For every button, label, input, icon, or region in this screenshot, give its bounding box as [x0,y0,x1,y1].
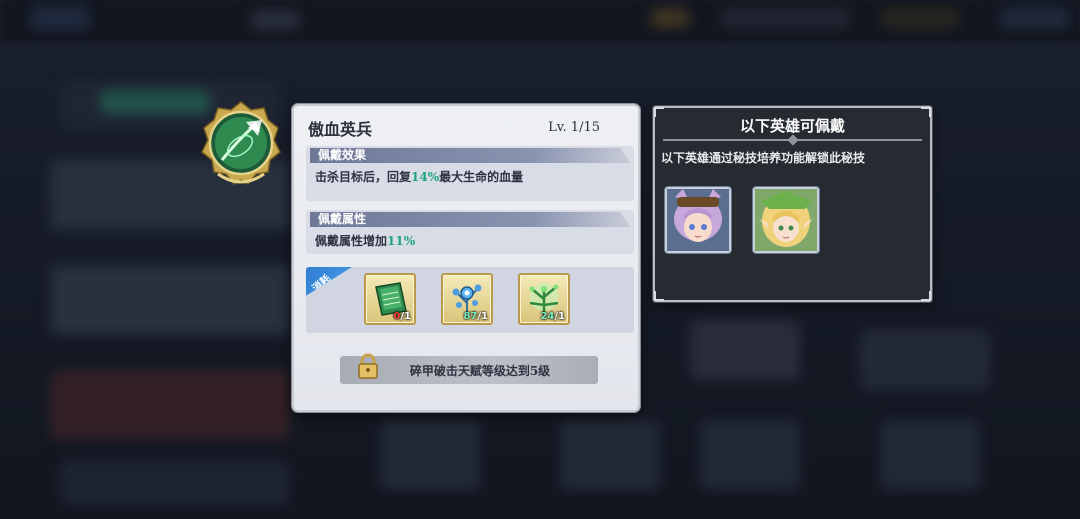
material-count: 87/1 [463,311,488,322]
unlock-condition-text: 碎甲破击天赋等级达到5级 [409,364,551,378]
material-item-flower[interactable]: 87/1 [441,273,493,325]
material-count: 0/1 [393,311,411,322]
hero-card-2[interactable] [753,187,819,253]
material-item-plant[interactable]: 24/1 [518,273,570,325]
effect-text-suffix: 最大生命的血量 [439,170,524,184]
attribute-header: 佩戴属性 [310,212,630,227]
attribute-description: 佩戴属性增加11% [306,227,634,254]
consume-materials: 消耗 0/1 87/1 24/1 [306,267,634,333]
skill-detail-panel: 傲血英兵 Lv. 1/15 佩戴效果 击杀目标后，回复14%最大生命的血量 佩戴… [292,104,640,412]
material-count: 24/1 [540,311,565,322]
hero-card-1[interactable] [665,187,731,253]
material-item-book[interactable]: 0/1 [364,273,416,325]
effect-value: 14% [411,170,440,184]
effect-text-prefix: 击杀目标后，回复 [315,170,412,184]
effect-header: 佩戴效果 [310,148,630,163]
wearable-heroes-panel: 以下英雄可佩戴 以下英雄通过秘技培养功能解锁此秘技 [653,106,932,302]
attribute-text-prefix: 佩戴属性增加 [315,234,388,248]
effect-description: 击杀目标后，回复14%最大生命的血量 [306,163,634,190]
skill-name: 傲血英兵 [308,120,373,139]
attribute-section: 佩戴属性 佩戴属性增加11% [306,210,634,254]
hero-panel-subtitle: 以下英雄通过秘技培养功能解锁此秘技 [661,151,866,165]
skill-level: Lv. 1/15 [548,120,600,135]
blonde-elf-hero-portrait [755,189,817,251]
effect-section: 佩戴效果 击杀目标后，回复14%最大生命的血量 [306,146,634,201]
skill-emblem-icon [198,100,284,186]
attribute-value: 11% [387,234,416,248]
purple-hair-hero-portrait [667,189,729,251]
unlock-condition-button[interactable]: 碎甲破击天赋等级达到5级 [340,353,598,384]
divider [663,139,922,141]
consume-tag: 消耗 [306,267,352,297]
